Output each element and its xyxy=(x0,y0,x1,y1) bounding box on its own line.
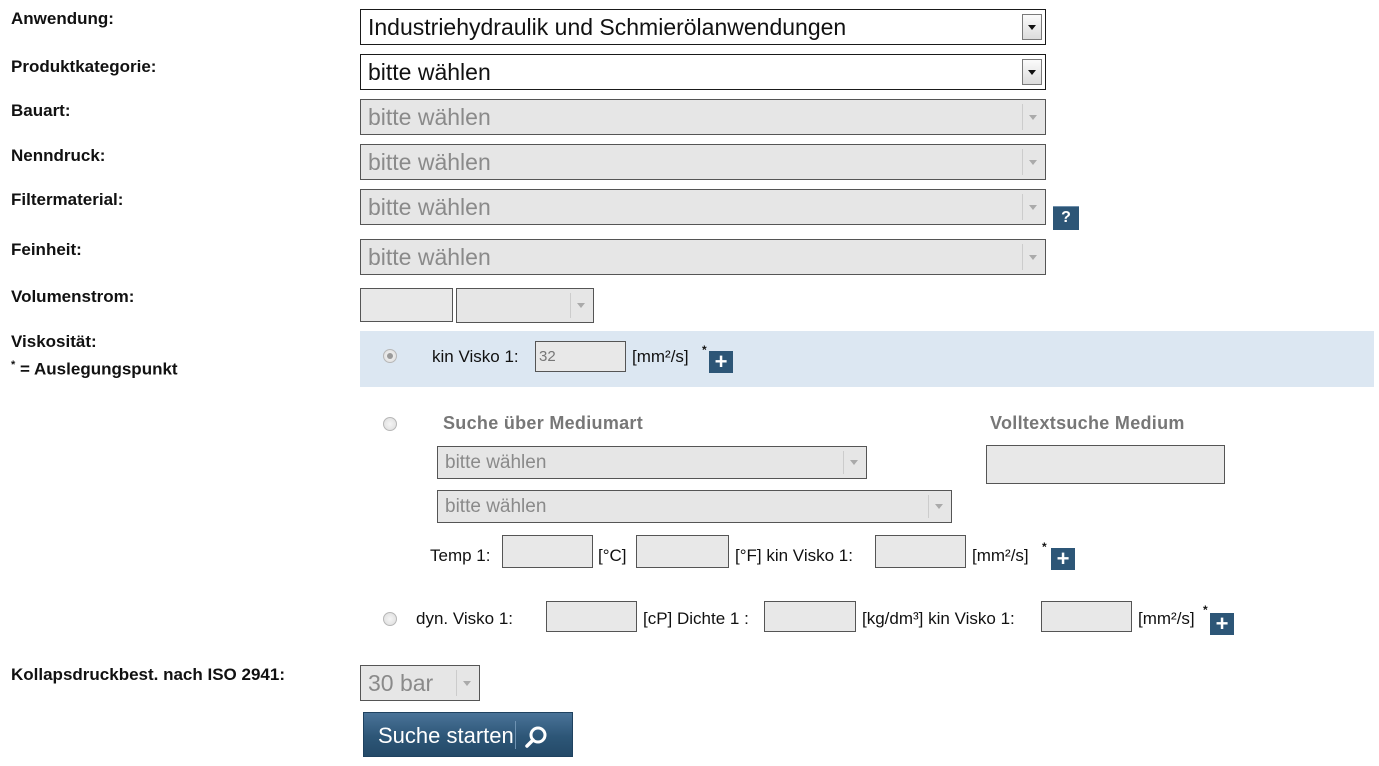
label-nenndruck: Nenndruck: xyxy=(11,146,106,165)
kin-visko3-input[interactable] xyxy=(1041,601,1132,632)
dichte-input[interactable] xyxy=(764,601,856,632)
select-medium1[interactable]: bitte wählen xyxy=(437,446,867,479)
unit-fahrenheit-kin-visko: [°F] kin Visko 1: xyxy=(735,546,853,565)
label-anwendung: Anwendung: xyxy=(11,9,114,28)
select-anwendung[interactable]: Industriehydraulik und Schmierölanwendun… xyxy=(360,9,1046,45)
radio-dyn-visko[interactable] xyxy=(383,612,397,626)
suche-starten-button[interactable]: Suche starten xyxy=(363,712,573,757)
chevron-down-icon[interactable] xyxy=(1022,59,1042,85)
label-bauart: Bauart: xyxy=(11,101,71,120)
select-produktkategorie-value: bitte wählen xyxy=(368,59,491,85)
select-kollapsdruck[interactable]: 30 bar xyxy=(360,665,480,701)
auslegungspunkt-text: = Auslegungspunkt xyxy=(15,359,178,379)
chevron-down-icon xyxy=(1022,194,1042,220)
select-medium1-value: bitte wählen xyxy=(445,452,547,473)
kin-visko-unit: [mm²/s] xyxy=(632,347,689,366)
kin-visko2-unit: [mm²/s] xyxy=(972,546,1029,565)
select-nenndruck-value: bitte wählen xyxy=(368,149,491,175)
kin-visko-star: * xyxy=(702,343,707,357)
radio-kin-visko[interactable] xyxy=(383,349,397,363)
label-viskositaet: Viskosität: xyxy=(11,332,97,351)
plus-icon[interactable]: + xyxy=(709,351,733,373)
select-feinheit[interactable]: bitte wählen xyxy=(360,239,1046,275)
dyn-visko-input[interactable] xyxy=(546,601,637,632)
temp-label: Temp 1: xyxy=(430,546,491,565)
chevron-down-icon xyxy=(1022,104,1042,130)
heading-volltextsuche: Volltextsuche Medium xyxy=(990,413,1185,433)
label-auslegungspunkt: * = Auslegungspunkt xyxy=(11,359,178,380)
temp-c-input[interactable] xyxy=(502,535,593,568)
volumenstrom-input[interactable] xyxy=(360,288,453,322)
suche-starten-label: Suche starten xyxy=(378,723,514,748)
temp-f-input[interactable] xyxy=(636,535,729,568)
heading-suche-mediumart: Suche über Mediumart xyxy=(443,413,644,433)
select-anwendung-value: Industriehydraulik und Schmierölanwendun… xyxy=(368,14,847,40)
select-bauart-value: bitte wählen xyxy=(368,104,491,130)
help-icon[interactable]: ? xyxy=(1053,206,1079,230)
label-filtermaterial: Filtermaterial: xyxy=(11,190,124,209)
chevron-down-icon xyxy=(928,495,948,518)
unit-cp-dichte: [cP] Dichte 1 : xyxy=(643,609,749,628)
chevron-down-icon xyxy=(570,293,590,318)
kin-visko-label: kin Visko 1: xyxy=(432,347,519,366)
chevron-down-icon xyxy=(1022,149,1042,175)
select-filtermaterial-value: bitte wählen xyxy=(368,194,491,220)
unit-kgdm-kin-visko: [kg/dm³] kin Visko 1: xyxy=(862,609,1015,628)
chevron-down-icon[interactable] xyxy=(1022,14,1042,40)
radio-suche-mediumart[interactable] xyxy=(383,417,397,431)
select-feinheit-value: bitte wählen xyxy=(368,244,491,270)
select-nenndruck[interactable]: bitte wählen xyxy=(360,144,1046,180)
label-kollapsdruck: Kollapsdruckbest. nach ISO 2941: xyxy=(11,665,285,684)
label-volumenstrom: Volumenstrom: xyxy=(11,287,135,306)
select-kollapsdruck-value: 30 bar xyxy=(368,670,434,696)
select-volumenstrom-unit[interactable] xyxy=(456,288,594,323)
plus-icon[interactable]: + xyxy=(1210,613,1234,635)
chevron-down-icon xyxy=(843,451,863,474)
kin-visko3-unit: [mm²/s] xyxy=(1138,609,1195,628)
select-medium2[interactable]: bitte wählen xyxy=(437,490,952,523)
select-bauart[interactable]: bitte wählen xyxy=(360,99,1046,135)
kin-visko3-star: * xyxy=(1203,603,1208,617)
select-filtermaterial[interactable]: bitte wählen xyxy=(360,189,1046,225)
kin-visko2-star: * xyxy=(1042,540,1047,554)
label-produktkategorie: Produktkategorie: xyxy=(11,57,157,76)
chevron-down-icon xyxy=(1022,244,1042,270)
dyn-visko-label: dyn. Visko 1: xyxy=(416,609,514,628)
kin-visko2-input[interactable] xyxy=(875,535,966,568)
plus-icon[interactable]: + xyxy=(1051,548,1075,570)
label-feinheit: Feinheit: xyxy=(11,240,82,259)
chevron-down-icon xyxy=(456,670,476,696)
kin-visko-input[interactable]: 32 xyxy=(535,341,626,372)
select-medium2-value: bitte wählen xyxy=(445,496,547,517)
select-produktkategorie[interactable]: bitte wählen xyxy=(360,54,1046,90)
search-icon xyxy=(515,721,556,749)
unit-celsius: [°C] xyxy=(598,546,627,565)
volltext-medium-input[interactable] xyxy=(986,445,1225,484)
